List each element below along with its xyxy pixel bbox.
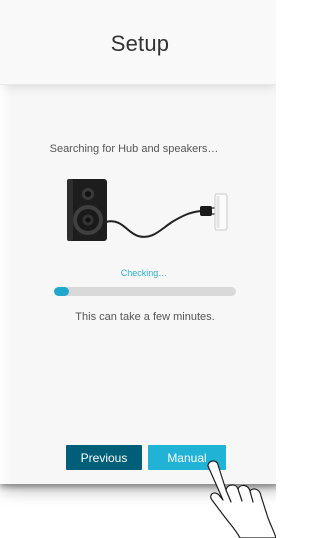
setup-card: Setup Searching for Hub and speakers… Ch… xyxy=(0,0,276,484)
header-bar: Setup xyxy=(0,0,276,85)
progress-bar-fill xyxy=(54,287,69,296)
tapping-hand-icon xyxy=(207,460,276,538)
searching-status-text: Searching for Hub and speakers… xyxy=(49,143,219,155)
wait-hint-text: This can take a few minutes. xyxy=(75,311,215,323)
plug-icon xyxy=(200,206,217,216)
page-title: Setup xyxy=(110,31,170,56)
speaker-to-outlet-illustration xyxy=(67,179,228,241)
power-cable xyxy=(105,210,202,238)
previous-button[interactable]: Previous xyxy=(66,445,142,470)
setup-screen: Setup Searching for Hub and speakers… Ch… xyxy=(0,0,276,538)
checking-status-text: Checking… xyxy=(120,268,168,278)
progress-bar xyxy=(54,287,236,296)
wall-outlet-icon xyxy=(214,193,228,231)
speaker-icon xyxy=(67,179,107,241)
